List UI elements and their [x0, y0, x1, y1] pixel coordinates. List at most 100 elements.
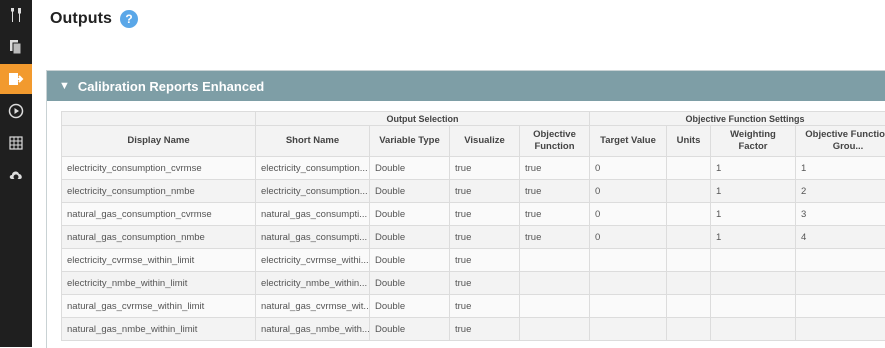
- units-cell[interactable]: [667, 157, 711, 180]
- display-name-cell[interactable]: electricity_cvrmse_within_limit: [62, 249, 256, 272]
- visualize-cell[interactable]: true: [450, 180, 520, 203]
- column-header[interactable]: Target Value: [590, 126, 667, 157]
- short-name-cell[interactable]: natural_gas_consumpti...: [256, 226, 370, 249]
- help-icon[interactable]: ?: [120, 10, 138, 28]
- column-header[interactable]: Units: [667, 126, 711, 157]
- short-name-cell[interactable]: electricity_nmbe_within...: [256, 272, 370, 295]
- visualize-cell[interactable]: true: [450, 318, 520, 341]
- visualize-cell[interactable]: true: [450, 157, 520, 180]
- visualize-cell[interactable]: true: [450, 203, 520, 226]
- table-row[interactable]: natural_gas_consumption_nmbe natural_gas…: [62, 226, 885, 249]
- variable-type-cell[interactable]: Double: [370, 226, 450, 249]
- weighting-factor-cell[interactable]: 1: [711, 226, 796, 249]
- column-header[interactable]: Display Name: [62, 126, 256, 157]
- column-header[interactable]: Visualize: [450, 126, 520, 157]
- units-cell[interactable]: [667, 226, 711, 249]
- table-row[interactable]: natural_gas_cvrmse_within_limit natural_…: [62, 295, 885, 318]
- objective-function-cell[interactable]: true: [520, 157, 590, 180]
- objective-group-cell[interactable]: [796, 318, 885, 341]
- short-name-cell[interactable]: electricity_cvrmse_withi...: [256, 249, 370, 272]
- target-value-cell[interactable]: [590, 318, 667, 341]
- objective-group-cell[interactable]: 2: [796, 180, 885, 203]
- display-name-cell[interactable]: electricity_nmbe_within_limit: [62, 272, 256, 295]
- short-name-cell[interactable]: natural_gas_cvrmse_wit...: [256, 295, 370, 318]
- table-row[interactable]: natural_gas_nmbe_within_limit natural_ga…: [62, 318, 885, 341]
- objective-function-cell[interactable]: true: [520, 203, 590, 226]
- sidebar-item-outputs[interactable]: [0, 64, 32, 94]
- target-value-cell[interactable]: 0: [590, 180, 667, 203]
- display-name-cell[interactable]: natural_gas_nmbe_within_limit: [62, 318, 256, 341]
- target-value-cell[interactable]: 0: [590, 203, 667, 226]
- objective-group-cell[interactable]: [796, 272, 885, 295]
- objective-group-cell[interactable]: [796, 295, 885, 318]
- target-value-cell[interactable]: 0: [590, 226, 667, 249]
- variable-type-cell[interactable]: Double: [370, 157, 450, 180]
- short-name-cell[interactable]: electricity_consumption...: [256, 157, 370, 180]
- panel-title: Calibration Reports Enhanced: [78, 79, 264, 94]
- display-name-cell[interactable]: electricity_consumption_cvrmse: [62, 157, 256, 180]
- objective-group-cell[interactable]: [796, 249, 885, 272]
- variable-type-cell[interactable]: Double: [370, 318, 450, 341]
- objective-function-cell[interactable]: true: [520, 226, 590, 249]
- table-row[interactable]: electricity_consumption_nmbe electricity…: [62, 180, 885, 203]
- visualize-cell[interactable]: true: [450, 249, 520, 272]
- visualize-cell[interactable]: true: [450, 226, 520, 249]
- table-row[interactable]: electricity_cvrmse_within_limit electric…: [62, 249, 885, 272]
- variable-type-cell[interactable]: Double: [370, 180, 450, 203]
- column-header[interactable]: Objective Function: [520, 126, 590, 157]
- units-cell[interactable]: [667, 295, 711, 318]
- grid-icon: [9, 136, 23, 150]
- panel-header[interactable]: ▼ Calibration Reports Enhanced: [47, 71, 885, 101]
- table-row[interactable]: electricity_consumption_cvrmse electrici…: [62, 157, 885, 180]
- units-cell[interactable]: [667, 180, 711, 203]
- display-name-cell[interactable]: natural_gas_consumption_cvrmse: [62, 203, 256, 226]
- objective-function-cell[interactable]: [520, 295, 590, 318]
- weighting-factor-cell[interactable]: [711, 272, 796, 295]
- short-name-cell[interactable]: natural_gas_nmbe_with...: [256, 318, 370, 341]
- visualize-cell[interactable]: true: [450, 272, 520, 295]
- target-value-cell[interactable]: [590, 295, 667, 318]
- column-header[interactable]: Variable Type: [370, 126, 450, 157]
- display-name-cell[interactable]: natural_gas_cvrmse_within_limit: [62, 295, 256, 318]
- weighting-factor-cell[interactable]: 1: [711, 157, 796, 180]
- sidebar-item-results[interactable]: [0, 128, 32, 158]
- visualize-cell[interactable]: true: [450, 295, 520, 318]
- variable-type-cell[interactable]: Double: [370, 203, 450, 226]
- column-header[interactable]: Objective Function Grou...: [796, 126, 885, 157]
- weighting-factor-cell[interactable]: [711, 249, 796, 272]
- variable-type-cell[interactable]: Double: [370, 295, 450, 318]
- sidebar-item-run[interactable]: [0, 96, 32, 126]
- column-header[interactable]: Weighting Factor: [711, 126, 796, 157]
- units-cell[interactable]: [667, 203, 711, 226]
- units-cell[interactable]: [667, 318, 711, 341]
- weighting-factor-cell[interactable]: [711, 318, 796, 341]
- variable-type-cell[interactable]: Double: [370, 249, 450, 272]
- weighting-factor-cell[interactable]: [711, 295, 796, 318]
- display-name-cell[interactable]: electricity_consumption_nmbe: [62, 180, 256, 203]
- target-value-cell[interactable]: [590, 249, 667, 272]
- objective-function-cell[interactable]: [520, 272, 590, 295]
- sidebar-item-cloud[interactable]: [0, 160, 32, 190]
- target-value-cell[interactable]: [590, 272, 667, 295]
- sidebar-item-tools[interactable]: [0, 0, 32, 30]
- display-name-cell[interactable]: natural_gas_consumption_nmbe: [62, 226, 256, 249]
- weighting-factor-cell[interactable]: 1: [711, 180, 796, 203]
- objective-function-cell[interactable]: [520, 249, 590, 272]
- units-cell[interactable]: [667, 249, 711, 272]
- objective-function-cell[interactable]: true: [520, 180, 590, 203]
- target-value-cell[interactable]: 0: [590, 157, 667, 180]
- table-row[interactable]: electricity_nmbe_within_limit electricit…: [62, 272, 885, 295]
- chevron-down-icon[interactable]: ▼: [59, 80, 70, 92]
- column-header[interactable]: Short Name: [256, 126, 370, 157]
- variable-type-cell[interactable]: Double: [370, 272, 450, 295]
- objective-group-cell[interactable]: 4: [796, 226, 885, 249]
- objective-group-cell[interactable]: 1: [796, 157, 885, 180]
- table-row[interactable]: natural_gas_consumption_cvrmse natural_g…: [62, 203, 885, 226]
- short-name-cell[interactable]: natural_gas_consumpti...: [256, 203, 370, 226]
- short-name-cell[interactable]: electricity_consumption...: [256, 180, 370, 203]
- objective-group-cell[interactable]: 3: [796, 203, 885, 226]
- objective-function-cell[interactable]: [520, 318, 590, 341]
- sidebar-item-files[interactable]: [0, 32, 32, 62]
- units-cell[interactable]: [667, 272, 711, 295]
- weighting-factor-cell[interactable]: 1: [711, 203, 796, 226]
